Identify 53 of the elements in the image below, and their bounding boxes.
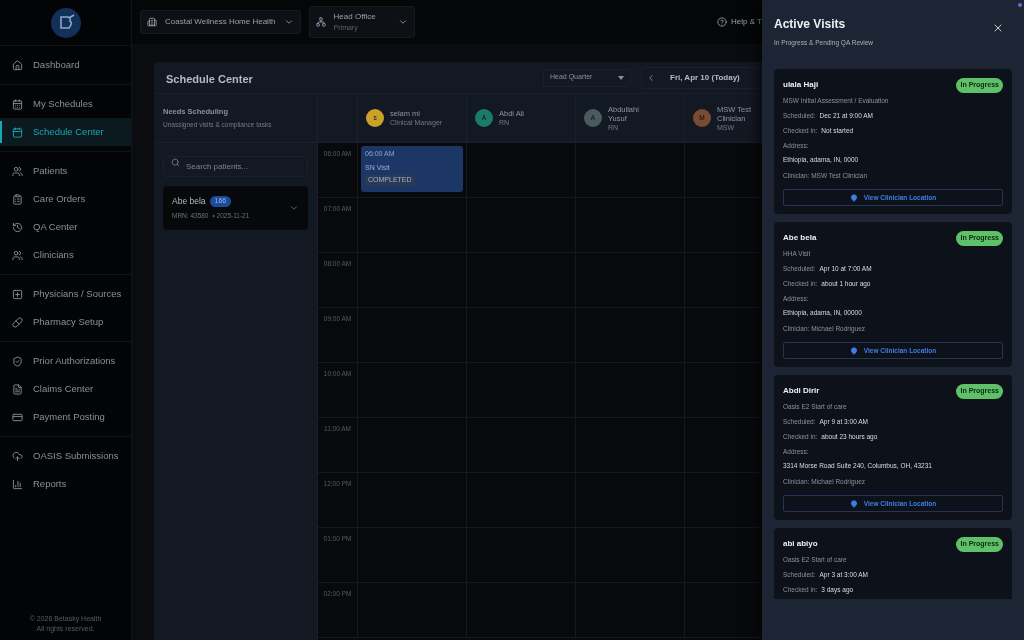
chevron-down-icon bbox=[397, 17, 408, 27]
people-icon bbox=[12, 249, 23, 261]
patient-name: abi abiyo bbox=[783, 538, 818, 551]
cloud-upload-icon bbox=[12, 450, 23, 462]
caret-icon bbox=[618, 75, 624, 80]
history-icon bbox=[12, 221, 23, 233]
chevron-down-icon bbox=[283, 17, 294, 27]
pill-icon bbox=[12, 316, 23, 328]
calendar-icon bbox=[12, 126, 23, 138]
help-icon bbox=[717, 17, 727, 27]
current-date: Fri, Apr 10 (Today) bbox=[670, 71, 740, 84]
sidebar-item[interactable]: Clinicians bbox=[0, 241, 131, 269]
sidebar-item[interactable]: Care Orders bbox=[0, 185, 131, 213]
sidebar-item[interactable]: Prior Authorizations bbox=[0, 347, 131, 375]
map-pin-icon bbox=[849, 193, 858, 202]
sidebar-item[interactable]: Pharmacy Setup bbox=[0, 308, 131, 336]
help-link[interactable]: Help & T bbox=[731, 16, 762, 28]
map-pin-icon bbox=[849, 346, 858, 355]
drawer-title: Active Visits bbox=[774, 16, 847, 33]
credit-card-icon bbox=[12, 411, 23, 423]
sidebar-item[interactable]: Reports bbox=[0, 470, 131, 498]
organization-select[interactable]: Coastal Wellness Home Health bbox=[140, 10, 301, 34]
sidebar-item[interactable]: Physicians / Sources bbox=[0, 280, 131, 308]
sidebar-item[interactable]: Claims Center bbox=[0, 375, 131, 403]
sidebar-item[interactable]: Schedule Center bbox=[0, 118, 131, 146]
people-icon bbox=[12, 165, 23, 177]
building-icon bbox=[147, 17, 157, 27]
map-pin-icon bbox=[849, 499, 858, 508]
bar-chart-icon bbox=[12, 478, 23, 490]
home-icon bbox=[12, 59, 23, 71]
clipboard-icon bbox=[12, 193, 23, 205]
search-icon bbox=[171, 158, 180, 167]
patient-name: Abe bela bbox=[783, 232, 817, 245]
sidebar-item[interactable]: My Schedules bbox=[0, 90, 131, 118]
sidebar-item[interactable]: Payment Posting bbox=[0, 403, 131, 431]
patient-name: ulala Haji bbox=[783, 79, 819, 92]
document-icon bbox=[12, 383, 23, 395]
logo-icon bbox=[50, 7, 81, 38]
close-button[interactable] bbox=[992, 22, 1004, 34]
previous-day-button[interactable] bbox=[646, 72, 656, 83]
calendar-icon bbox=[12, 98, 23, 110]
sidebar-item[interactable]: Dashboard bbox=[0, 51, 131, 79]
patient-name: Abe bela bbox=[172, 195, 206, 208]
sidebar-item[interactable]: OASIS Submissions bbox=[0, 442, 131, 470]
expand-icon[interactable] bbox=[289, 203, 299, 213]
patient-name: Abdi Dirir bbox=[783, 385, 820, 398]
plus-square-icon bbox=[12, 288, 23, 300]
hierarchy-icon bbox=[315, 17, 326, 27]
sidebar-item[interactable]: QA Center bbox=[0, 213, 131, 241]
shield-check-icon bbox=[12, 355, 23, 367]
page-title: Schedule Center bbox=[166, 72, 253, 85]
search-field[interactable]: Search patients... bbox=[163, 156, 308, 177]
sidebar-item[interactable]: Patients bbox=[0, 157, 131, 185]
